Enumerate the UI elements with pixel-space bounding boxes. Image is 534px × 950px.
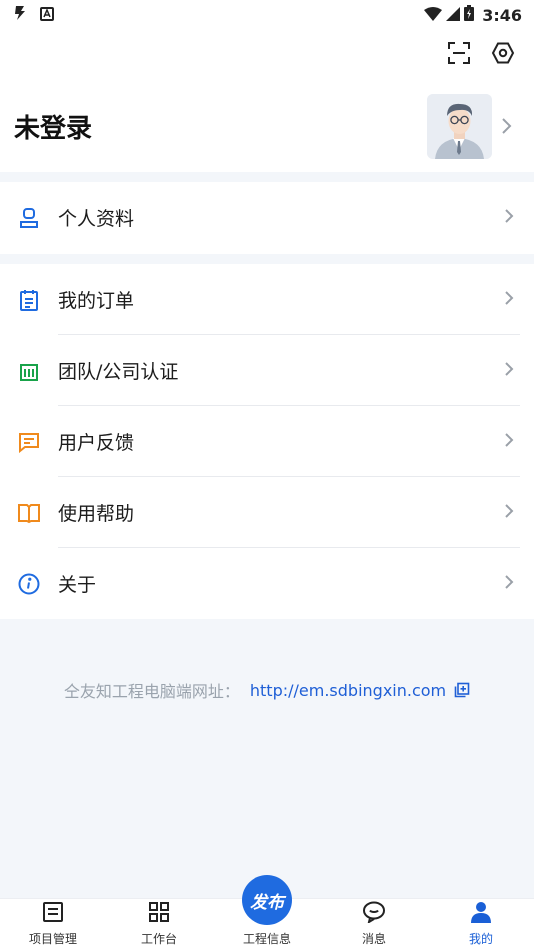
- nav-label: 消息: [361, 932, 386, 946]
- menu-item-label: 个人资料: [58, 208, 135, 230]
- help-book-icon: [17, 501, 41, 525]
- avatar[interactable]: [427, 94, 492, 159]
- chevron-right-icon: [504, 290, 514, 310]
- nav-label: 项目管理: [28, 932, 77, 946]
- menu-item-label: 关于: [58, 574, 97, 596]
- menu-item-feedback[interactable]: 用户反馈: [0, 406, 534, 477]
- document-icon: [42, 901, 64, 927]
- menu-item-profile[interactable]: 个人资料: [0, 182, 534, 253]
- profile-card: 个人资料: [0, 182, 534, 254]
- login-status-title[interactable]: 未登录: [14, 108, 92, 145]
- website-label: 仝友知工程电脑端网址：: [63, 682, 240, 701]
- website-url-link[interactable]: http://em.sdbingxin.com: [250, 681, 446, 700]
- message-bubble-icon: [362, 901, 386, 927]
- publish-button[interactable]: 发布: [242, 875, 292, 925]
- chevron-right-icon[interactable]: [500, 116, 512, 140]
- bottom-nav: 项目管理 工作台 工程信息 发布 消息 我的: [0, 875, 534, 950]
- menu-item-orders[interactable]: 我的订单: [0, 264, 534, 335]
- menu-card: 我的订单 团队/公司认证 用户反馈 使用帮助 关于: [0, 264, 534, 619]
- wifi-icon: [424, 6, 443, 25]
- status-time: 3:46: [482, 5, 522, 25]
- signal-icon: [446, 6, 461, 25]
- user-profile-icon: [17, 206, 41, 230]
- chevron-right-icon: [504, 432, 514, 452]
- nav-item-mine[interactable]: 我的: [428, 899, 534, 950]
- company-icon: [17, 359, 41, 383]
- website-info: 仝友知工程电脑端网址： http://em.sdbingxin.com: [0, 678, 534, 702]
- chevron-right-icon: [504, 503, 514, 523]
- copy-icon[interactable]: [454, 682, 470, 698]
- menu-item-label: 用户反馈: [58, 432, 135, 454]
- order-icon: [17, 288, 41, 312]
- info-icon: [17, 572, 41, 596]
- feedback-icon: [17, 430, 41, 454]
- nav-item-messages[interactable]: 消息: [321, 899, 427, 950]
- battery-icon: [464, 5, 475, 25]
- settings-icon[interactable]: [490, 40, 516, 66]
- app-notification-icon: [40, 6, 54, 25]
- menu-item-label: 使用帮助: [58, 503, 135, 525]
- nav-item-project-management[interactable]: 项目管理: [0, 899, 106, 950]
- profile-header: 未登录: [0, 30, 534, 172]
- menu-item-company-cert[interactable]: 团队/公司认证: [0, 335, 534, 406]
- flash-icon: [14, 5, 26, 25]
- grid-icon: [148, 901, 170, 927]
- status-bar: 3:46: [0, 0, 534, 30]
- menu-item-help[interactable]: 使用帮助: [0, 477, 534, 548]
- menu-item-label: 我的订单: [58, 290, 135, 312]
- menu-item-about[interactable]: 关于: [0, 548, 534, 619]
- nav-label: 我的: [468, 932, 493, 946]
- user-icon: [470, 901, 492, 927]
- nav-label: 工程信息: [242, 932, 291, 946]
- nav-item-workbench[interactable]: 工作台: [106, 899, 212, 950]
- chevron-right-icon: [504, 361, 514, 381]
- scan-icon[interactable]: [446, 40, 472, 66]
- chevron-right-icon: [504, 208, 514, 228]
- menu-item-label: 团队/公司认证: [58, 361, 179, 383]
- nav-label: 工作台: [140, 932, 177, 946]
- chevron-right-icon: [504, 574, 514, 594]
